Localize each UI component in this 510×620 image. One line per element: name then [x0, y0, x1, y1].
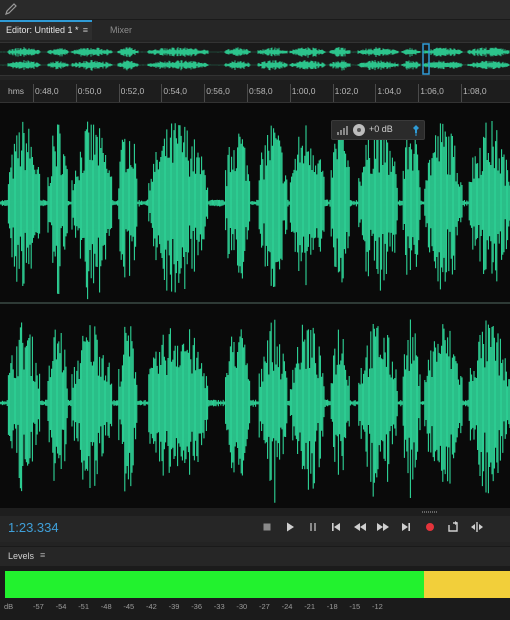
ruler-tick-mark — [289, 84, 291, 102]
signal-bars-icon — [337, 126, 348, 135]
ruler-tick-label: 0:52,0 — [120, 86, 145, 96]
hud-volume-control[interactable]: +0 dB — [331, 120, 425, 140]
db-scale-label: -54 — [55, 602, 67, 611]
levels-menu-icon[interactable]: ≡ — [40, 550, 45, 560]
horizontal-scroll-area[interactable] — [0, 508, 510, 516]
db-scale-label: -57 — [33, 602, 44, 611]
pin-icon[interactable] — [411, 124, 421, 136]
volume-knob-icon[interactable] — [352, 123, 366, 137]
fast-forward-icon[interactable] — [376, 520, 390, 534]
ruler-tick-label: 0:48,0 — [35, 86, 59, 96]
db-scale-label: -27 — [259, 602, 270, 611]
tab-mixer[interactable]: Mixer — [104, 20, 138, 40]
ruler-tick-label: 1:02,0 — [334, 86, 359, 96]
tab-menu-icon[interactable]: ≡ — [83, 22, 88, 39]
ruler-unit: hms — [8, 86, 25, 96]
db-scale-label: -36 — [191, 602, 203, 611]
ruler-tick-label: 1:06,0 — [420, 86, 444, 96]
ruler-tick-mark — [375, 84, 377, 102]
overview-viewport-marker[interactable] — [422, 43, 430, 75]
ruler-tick-mark — [204, 84, 206, 102]
db-scale-label: -30 — [236, 602, 248, 611]
db-scale-label: -24 — [281, 602, 293, 611]
levels-title: Levels — [8, 551, 35, 561]
ruler-tick-mark — [461, 84, 462, 102]
tab-editor[interactable]: Editor: Untitled 1 * ≡ — [0, 20, 92, 40]
db-scale-label: -45 — [123, 602, 135, 611]
levels-panel-header: Levels ≡ — [0, 546, 510, 567]
ruler-tick-label: 1:00,0 — [291, 86, 316, 96]
waveform-right-channel — [0, 319, 510, 503]
play-icon[interactable] — [283, 520, 297, 534]
overview-left-channel — [0, 47, 510, 58]
ruler-tick-label: 0:58,0 — [249, 86, 273, 96]
panel-tabs: Editor: Untitled 1 * ≡ Mixer — [0, 20, 510, 56]
go-to-end-icon[interactable] — [399, 520, 413, 534]
level-meter-yellow — [424, 571, 510, 598]
pencil-icon[interactable] — [4, 2, 18, 16]
go-to-start-icon[interactable] — [329, 520, 343, 534]
db-scale-label: -12 — [372, 602, 383, 611]
overview-right-channel — [0, 60, 510, 71]
db-scale-label: -33 — [213, 602, 225, 611]
db-scale-label: -18 — [326, 602, 338, 611]
scroll-handle-icon[interactable] — [420, 509, 440, 515]
ruler-tick-mark — [247, 84, 248, 102]
ruler-tick-label: 1:08,0 — [463, 86, 487, 96]
ruler-tick-mark — [118, 84, 120, 102]
ruler-tick-mark — [332, 84, 334, 102]
record-icon[interactable] — [423, 520, 437, 534]
time-ruler[interactable]: hms 0:48,0 0:50,0 0:52,0 0:54,0 0:56,0 0:58,0… — [0, 80, 510, 103]
db-scale-label: -21 — [304, 602, 316, 611]
waveform-left-channel — [0, 120, 510, 300]
level-meter-green — [5, 571, 424, 598]
db-scale-label: -42 — [146, 602, 157, 611]
ruler-tick-label: 0:50,0 — [77, 86, 102, 96]
db-scale-label: -51 — [78, 602, 90, 611]
waveform-display[interactable] — [0, 103, 510, 508]
overview-waveform[interactable] — [0, 42, 510, 76]
db-scale-label: dB — [4, 602, 14, 611]
db-scale-label: -15 — [349, 602, 361, 611]
pause-icon[interactable] — [306, 520, 320, 534]
db-scale-label: -48 — [100, 602, 112, 611]
top-toolbar — [0, 0, 510, 20]
ruler-tick-mark — [33, 84, 34, 102]
skip-selection-icon[interactable] — [470, 520, 484, 534]
db-scale-label: -39 — [168, 602, 180, 611]
ruler-tick-mark — [75, 84, 77, 102]
ruler-tick-mark — [418, 84, 420, 102]
ruler-tick-label: 1:04,0 — [377, 86, 402, 96]
ruler-tick-label: 0:54,0 — [163, 86, 188, 96]
rewind-icon[interactable] — [353, 520, 367, 534]
level-meter-scale — [0, 600, 510, 612]
hud-volume-value[interactable]: +0 dB — [369, 124, 393, 134]
ruler-tick-mark — [161, 84, 163, 102]
tab-editor-label: Editor: Untitled 1 * — [6, 25, 79, 35]
time-display[interactable]: 1:23.334 — [8, 520, 59, 535]
loop-icon[interactable] — [446, 520, 460, 534]
ruler-tick-label: 0:56,0 — [206, 86, 230, 96]
stop-icon[interactable] — [260, 520, 274, 534]
